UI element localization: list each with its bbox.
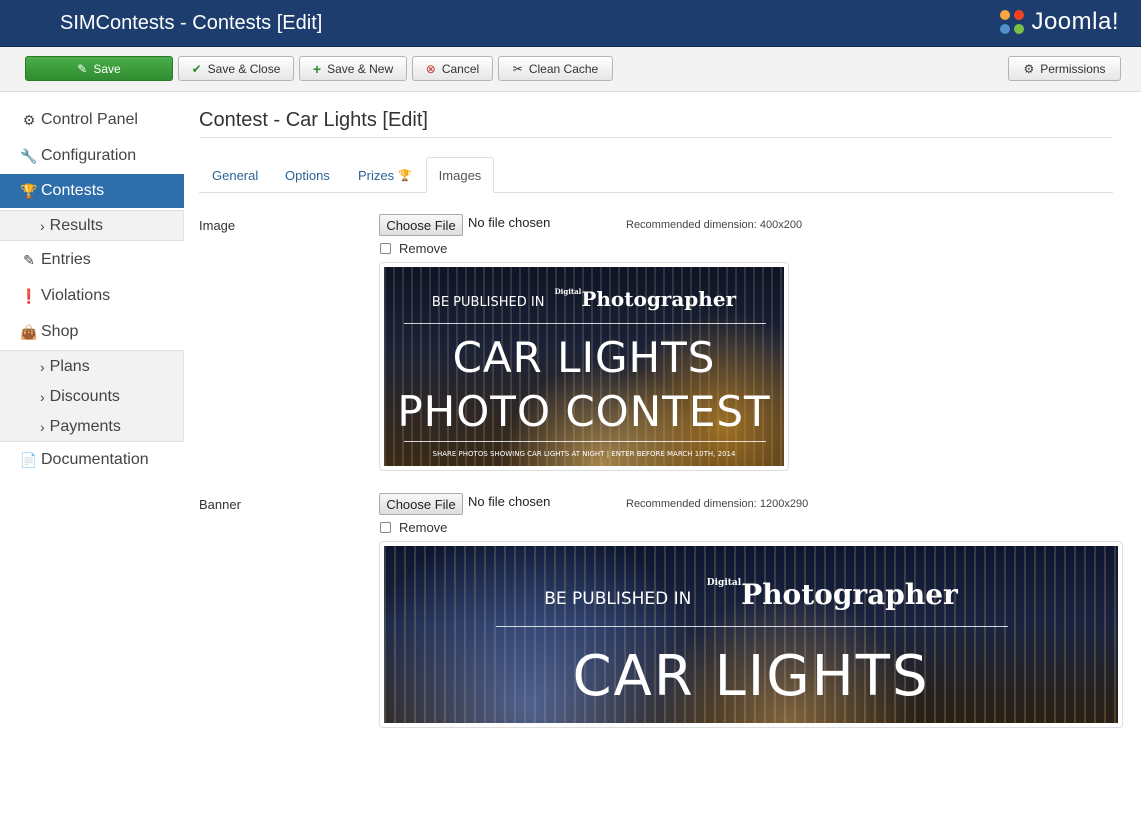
- contest-image: BE PUBLISHED IN DigitalPhotographer CAR …: [384, 267, 784, 466]
- chevron-right-icon: ›: [40, 419, 45, 435]
- image-recommended-dimension: Recommended dimension: 400x200: [626, 219, 803, 231]
- image-preview-footer: SHARE PHOTOS SHOWING CAR LIGHTS AT NIGHT…: [432, 450, 736, 458]
- image-field-label: Image: [199, 218, 236, 233]
- permissions-button[interactable]: ⚙ Permissions: [1008, 56, 1121, 81]
- shop-submenu: › Plans › Discounts › Payments: [0, 350, 184, 442]
- sidebar-item-label: Shop: [41, 323, 79, 340]
- wrench-icon: 🔧: [20, 147, 38, 164]
- joomla-logo-icon: [1000, 10, 1025, 34]
- banner-recommended-dimension: Recommended dimension: 1200x290: [626, 498, 809, 510]
- cancel-circle-icon: ⊗: [425, 61, 436, 76]
- trophy-icon: 🏆: [398, 169, 412, 182]
- clean-cache-label: Clean Cache: [528, 61, 599, 76]
- page-title: Contest - Car Lights [Edit]: [199, 109, 428, 131]
- sidebar-item-label: Contests: [41, 182, 105, 199]
- save-close-label: Save & Close: [207, 61, 281, 76]
- sidebar-item-configuration[interactable]: 🔧 Configuration: [0, 139, 184, 173]
- save-close-button[interactable]: ✔ Save & Close: [178, 56, 294, 81]
- sidebar-subitem-payments[interactable]: › Payments: [0, 412, 184, 442]
- sidebar-item-shop[interactable]: 👜 Shop: [0, 315, 184, 349]
- sidebar-subitem-label: Plans: [49, 358, 90, 375]
- banner-preview-rule: [496, 626, 1008, 627]
- sidebar-item-entries[interactable]: ✎ Entries: [0, 243, 184, 277]
- gears-icon: ⚙: [22, 111, 36, 128]
- image-choose-file-button[interactable]: Choose File: [379, 214, 463, 236]
- sidebar-item-label: Entries: [41, 251, 91, 268]
- sidebar-item-violations[interactable]: ❗ Violations: [0, 279, 184, 313]
- tab-options[interactable]: Options: [285, 157, 330, 193]
- sidebar-subitem-discounts[interactable]: › Discounts: [0, 382, 184, 412]
- sidebar-item-label: Violations: [41, 287, 111, 304]
- tab-label: Images: [438, 167, 482, 183]
- banner-image: BE PUBLISHED IN DigitalPhotographer CAR …: [384, 546, 1118, 723]
- image-remove-checkbox[interactable]: [380, 243, 391, 254]
- tab-label: Options: [285, 167, 330, 183]
- sidebar-item-documentation[interactable]: 📄 Documentation: [0, 443, 184, 477]
- banner-file-status: No file chosen: [468, 494, 551, 509]
- cancel-button[interactable]: ⊗ Cancel: [412, 56, 493, 81]
- save-new-label: Save & New: [327, 61, 394, 76]
- tab-bar: General Options Prizes 🏆 Images: [199, 157, 1113, 193]
- sidebar-subitem-results[interactable]: › Results: [0, 211, 184, 241]
- save-new-button[interactable]: + Save & New: [299, 56, 407, 81]
- image-preview-title1: CAR LIGHTS: [452, 333, 716, 382]
- gear-icon: ⚙: [1023, 61, 1035, 76]
- edit-icon: ✎: [77, 61, 88, 76]
- image-remove-label: Remove: [399, 241, 448, 256]
- sidebar-subitem-plans[interactable]: › Plans: [0, 352, 184, 382]
- banner-field-label: Banner: [199, 497, 241, 512]
- sidebar-item-label: Control Panel: [41, 111, 138, 128]
- sidebar-subitem-label: Payments: [49, 418, 121, 435]
- trophy-icon: 🏆: [20, 182, 38, 199]
- document-icon: 📄: [20, 451, 38, 468]
- sidebar-subitem-label: Results: [49, 217, 104, 234]
- broom-icon: ✂: [512, 61, 523, 76]
- banner-preview-tagline: BE PUBLISHED IN DigitalPhotographer: [544, 578, 958, 611]
- tab-general[interactable]: General: [212, 157, 258, 193]
- page-header-title: SIMContests - Contests [Edit]: [60, 12, 323, 34]
- image-preview-rule: [404, 323, 766, 324]
- image-preview-title2: PHOTO CONTEST: [397, 387, 771, 436]
- chevron-right-icon: ›: [40, 389, 45, 405]
- tab-images[interactable]: Images: [426, 157, 494, 193]
- image-file-status: No file chosen: [468, 215, 551, 230]
- cancel-label: Cancel: [441, 61, 480, 76]
- contests-submenu: › Results: [0, 210, 184, 241]
- chevron-right-icon: ›: [40, 359, 45, 375]
- tab-prizes[interactable]: Prizes 🏆: [358, 157, 412, 193]
- image-preview-tagline: BE PUBLISHED IN DigitalPhotographer: [431, 287, 737, 311]
- banner-preview: BE PUBLISHED IN DigitalPhotographer CAR …: [379, 541, 1123, 728]
- save-button[interactable]: ✎ Save: [25, 56, 173, 81]
- image-preview: BE PUBLISHED IN DigitalPhotographer CAR …: [379, 262, 789, 471]
- banner-choose-file-button[interactable]: Choose File: [379, 493, 463, 515]
- chevron-right-icon: ›: [40, 218, 45, 234]
- banner-preview-title1: CAR LIGHTS: [572, 644, 930, 709]
- joomla-logo[interactable]: Joomla!: [997, 6, 1119, 38]
- sidebar-item-contests[interactable]: 🏆 Contests: [0, 174, 184, 208]
- tab-label: Prizes: [358, 167, 395, 183]
- image-preview-rule: [404, 441, 766, 442]
- check-icon: ✔: [191, 61, 202, 76]
- sidebar-subitem-label: Discounts: [49, 388, 120, 405]
- sidebar-item-label: Configuration: [41, 147, 137, 164]
- tab-label: General: [212, 167, 259, 183]
- joomla-logo-text: Joomla!: [1031, 8, 1119, 35]
- permissions-label: Permissions: [1040, 61, 1106, 76]
- edit-icon: ✎: [23, 251, 35, 268]
- app-header: SIMContests - Contests [Edit] Joomla!: [0, 0, 1141, 47]
- save-button-label: Save: [93, 61, 121, 76]
- plus-icon: +: [312, 60, 322, 77]
- toolbar: ✎ Save ✔ Save & Close + Save & New ⊗ Can…: [0, 47, 1141, 92]
- banner-remove-checkbox[interactable]: [380, 522, 391, 533]
- sidebar-item-control-panel[interactable]: ⚙ Control Panel: [0, 103, 184, 137]
- clean-cache-button[interactable]: ✂ Clean Cache: [498, 56, 613, 81]
- shopping-bag-icon: 👜: [20, 323, 38, 340]
- sidebar-item-label: Documentation: [41, 451, 149, 468]
- exclamation-icon: ❗: [20, 287, 38, 304]
- title-divider: [199, 137, 1113, 138]
- banner-remove-label: Remove: [399, 520, 448, 535]
